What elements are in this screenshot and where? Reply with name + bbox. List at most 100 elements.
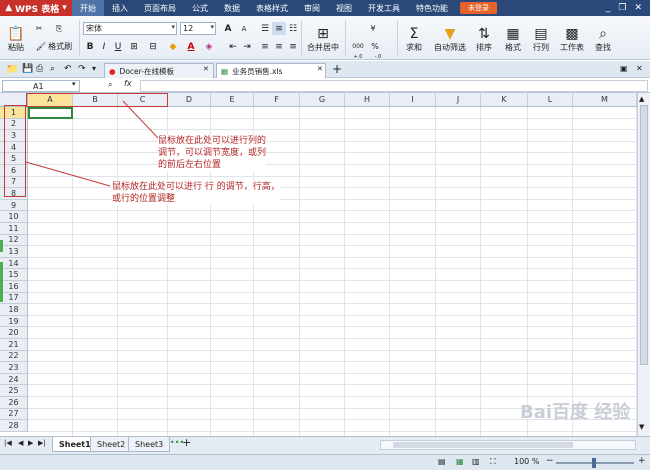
clear-format-icon[interactable]: ◈ [202, 40, 216, 53]
normal-view-icon[interactable]: ▤ [438, 457, 446, 466]
tab-view[interactable]: 视图 [328, 0, 360, 16]
row-header-15[interactable]: 15 [0, 269, 28, 281]
align-middle-icon[interactable]: ≡ [272, 22, 286, 35]
row-header-13[interactable]: 13 [0, 246, 28, 258]
page-layout-view-icon[interactable]: ▦ [456, 457, 464, 466]
merge-center-button[interactable]: ⊞ 合并居中 [305, 22, 341, 58]
fullscreen-icon[interactable]: ⛶ [490, 457, 496, 467]
zoom-out-icon[interactable]: − [546, 456, 554, 466]
increase-indent-icon[interactable]: ⇥ [240, 40, 254, 53]
italic-button[interactable]: I [97, 40, 111, 53]
row-header-18[interactable]: 18 [0, 304, 28, 316]
restore-icon[interactable]: ❐ [618, 3, 626, 13]
column-header-f[interactable]: F [254, 93, 300, 107]
last-sheet-icon[interactable]: ▶| [38, 439, 46, 447]
column-header-k[interactable]: K [481, 93, 528, 107]
tab-developer[interactable]: 开发工具 [360, 0, 408, 16]
column-header-g[interactable]: G [300, 93, 345, 107]
row-header-20[interactable]: 20 [0, 327, 28, 339]
row-header-22[interactable]: 22 [0, 350, 28, 363]
fill-color-icon[interactable]: ◆ [166, 40, 180, 53]
column-header-d[interactable]: D [168, 93, 211, 107]
prev-sheet-icon[interactable]: ◀ [18, 439, 23, 447]
sum-button[interactable]: Σ 求和 [401, 22, 427, 58]
font-size-select[interactable]: 12 ▾ [180, 22, 216, 35]
copy-icon[interactable]: ⎘ [52, 22, 66, 35]
tab-special[interactable]: 特色功能 [408, 0, 456, 16]
row-col-button[interactable]: ▤ 行列 [529, 22, 553, 58]
row-header-21[interactable]: 21 [0, 339, 28, 351]
paste-button[interactable]: 📋 粘贴 [4, 22, 28, 58]
row-header-10[interactable]: 10 [0, 211, 28, 223]
tab-data[interactable]: 数据 [216, 0, 248, 16]
undo-icon[interactable]: ↶ [64, 64, 72, 74]
tab-home[interactable]: 开始 [72, 0, 104, 16]
font-color-button[interactable]: A [184, 40, 198, 53]
worksheet-button[interactable]: ▩ 工作表 [557, 22, 587, 58]
row-header-17[interactable]: 17 [0, 292, 28, 305]
increase-decimal-button[interactable]: +.0 [350, 54, 366, 60]
align-right-icon[interactable]: ≡ [286, 40, 300, 53]
add-sheet-icon[interactable]: + [182, 436, 191, 449]
tab-insert[interactable]: 插入 [104, 0, 136, 16]
open-folder-icon[interactable]: 📁 [6, 64, 18, 75]
zoom-in-icon[interactable]: + [638, 456, 646, 466]
vertical-scrollbar[interactable]: ▲ ▼ [637, 93, 650, 436]
cut-icon[interactable]: ✂ [32, 22, 46, 35]
row-header-26[interactable]: 26 [0, 397, 28, 409]
login-button[interactable]: 未登录 [460, 2, 497, 14]
column-header-l[interactable]: L [528, 93, 573, 107]
align-left-icon[interactable]: ≡ [258, 40, 272, 53]
scroll-up-icon[interactable]: ▲ [639, 95, 644, 103]
row-header-12[interactable]: 12 [0, 234, 28, 247]
format-button[interactable]: ▦ 格式 [501, 22, 525, 58]
column-header-i[interactable]: I [390, 93, 436, 107]
horizontal-scrollbar[interactable] [380, 440, 636, 450]
sheet-tab-sheet2[interactable]: Sheet2 [90, 437, 133, 452]
grow-font-button[interactable]: A [221, 22, 235, 35]
currency-icon[interactable]: ¥ [364, 22, 382, 35]
tab-table-style[interactable]: 表格样式 [248, 0, 296, 16]
close-all-icon[interactable]: ✕ [636, 64, 643, 73]
format-painter-button[interactable]: 🖌 格式刷 [32, 40, 76, 53]
shrink-font-button[interactable]: A [237, 22, 251, 35]
column-header-m[interactable]: M [573, 93, 637, 107]
close-tab-icon[interactable]: ✕ [203, 65, 209, 73]
scroll-thumb[interactable] [393, 442, 573, 448]
merge-cells-icon[interactable]: ⊟ [146, 40, 160, 53]
next-sheet-icon[interactable]: ▶ [28, 439, 33, 447]
column-header-e[interactable]: E [211, 93, 254, 107]
tab-review[interactable]: 审阅 [296, 0, 328, 16]
align-top-icon[interactable]: ☰ [258, 22, 272, 35]
row-header-27[interactable]: 27 [0, 408, 28, 421]
active-cell-a1[interactable] [28, 107, 73, 119]
decrease-decimal-button[interactable]: -.0 [370, 54, 386, 60]
row-header-23[interactable]: 23 [0, 362, 28, 374]
thousands-button[interactable]: 000 [349, 40, 367, 53]
font-name-select[interactable]: 宋体 ▾ [83, 22, 177, 35]
close-tab-icon[interactable]: ✕ [317, 65, 323, 73]
tab-page-layout[interactable]: 页面布局 [136, 0, 184, 16]
row-header-14[interactable]: 14 [0, 257, 28, 270]
find-button[interactable]: ⌕ 查找 [591, 22, 615, 58]
row-header-16[interactable]: 16 [0, 281, 28, 293]
zoom-icon[interactable]: ⌕ [108, 80, 112, 90]
percent-button[interactable]: % [368, 40, 382, 53]
save-icon[interactable]: 💾 [22, 64, 33, 74]
first-sheet-icon[interactable]: |◀ [4, 439, 12, 447]
page-break-view-icon[interactable]: ▥ [472, 457, 480, 466]
row-header-28[interactable]: 28 [0, 420, 28, 432]
fx-button[interactable]: fx [124, 79, 132, 88]
decrease-indent-icon[interactable]: ⇤ [226, 40, 240, 53]
zoom-slider-thumb[interactable] [592, 458, 596, 468]
sheet-tab-sheet3[interactable]: Sheet3 [128, 437, 171, 452]
sort-button[interactable]: ⇅ 排序 [472, 22, 496, 58]
column-header-h[interactable]: H [345, 93, 390, 107]
close-icon[interactable]: ✕ [634, 3, 642, 13]
chevron-down-icon[interactable]: ▾ [72, 80, 76, 88]
align-center-icon[interactable]: ≡ [272, 40, 286, 53]
tab-formulas[interactable]: 公式 [184, 0, 216, 16]
redo-icon[interactable]: ↷ [78, 64, 86, 74]
customize-toolbar-icon[interactable]: ▾ [92, 64, 96, 73]
row-header-11[interactable]: 11 [0, 223, 28, 235]
